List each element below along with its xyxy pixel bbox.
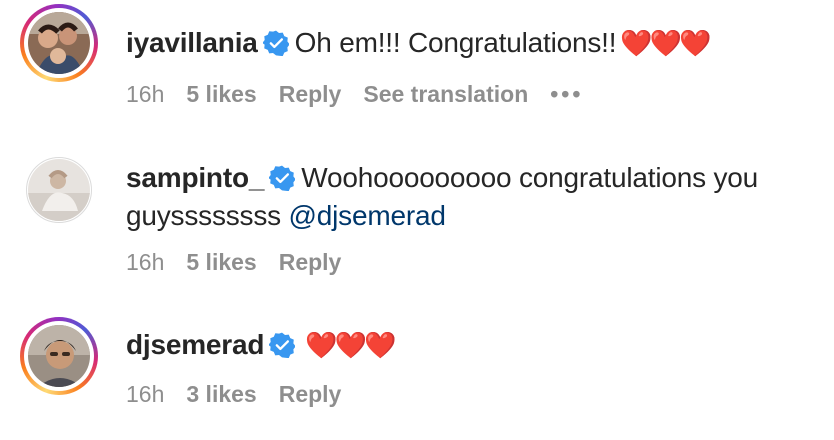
see-translation-button[interactable]: See translation bbox=[363, 81, 528, 107]
username[interactable]: iyavillania bbox=[126, 27, 258, 58]
reply-button[interactable]: Reply bbox=[279, 81, 342, 107]
avatar bbox=[28, 12, 90, 74]
verified-badge-icon bbox=[262, 30, 289, 56]
comments-list: iyavillania Oh em!!! Congratulations!! ❤️❤… bbox=[0, 0, 834, 440]
timestamp[interactable]: 16h bbox=[126, 381, 164, 407]
comment-text: Oh em!!! Congratulations!! bbox=[294, 27, 617, 58]
likes-count[interactable]: 5 likes bbox=[186, 249, 256, 275]
avatar-story-ring[interactable] bbox=[20, 4, 98, 82]
comment-meta: 16h 5 likes Reply See translation ••• bbox=[126, 79, 605, 109]
comment-meta: 16h 3 likes Reply bbox=[126, 379, 363, 409]
verified-badge-icon bbox=[269, 332, 296, 358]
avatar-story-ring[interactable] bbox=[20, 317, 98, 395]
heart-emoji: ❤️❤️❤️ bbox=[620, 29, 711, 59]
timestamp[interactable]: 16h bbox=[126, 81, 164, 107]
username[interactable]: djsemerad bbox=[126, 329, 264, 360]
more-options-icon[interactable]: ••• bbox=[550, 81, 583, 107]
timestamp[interactable]: 16h bbox=[126, 249, 164, 275]
verified-badge-icon bbox=[269, 165, 296, 191]
avatar bbox=[28, 325, 90, 387]
avatar-wrapper[interactable] bbox=[20, 151, 98, 229]
mention-link[interactable]: @djsemerad bbox=[289, 200, 446, 231]
avatar bbox=[28, 159, 90, 221]
heart-emoji: ❤️❤️❤️ bbox=[305, 331, 396, 361]
likes-count[interactable]: 3 likes bbox=[186, 381, 256, 407]
reply-button[interactable]: Reply bbox=[279, 249, 342, 275]
comment-meta: 16h 5 likes Reply bbox=[126, 247, 363, 277]
username[interactable]: sampinto_ bbox=[126, 162, 264, 193]
likes-count[interactable]: 5 likes bbox=[186, 81, 256, 107]
reply-button[interactable]: Reply bbox=[279, 381, 342, 407]
